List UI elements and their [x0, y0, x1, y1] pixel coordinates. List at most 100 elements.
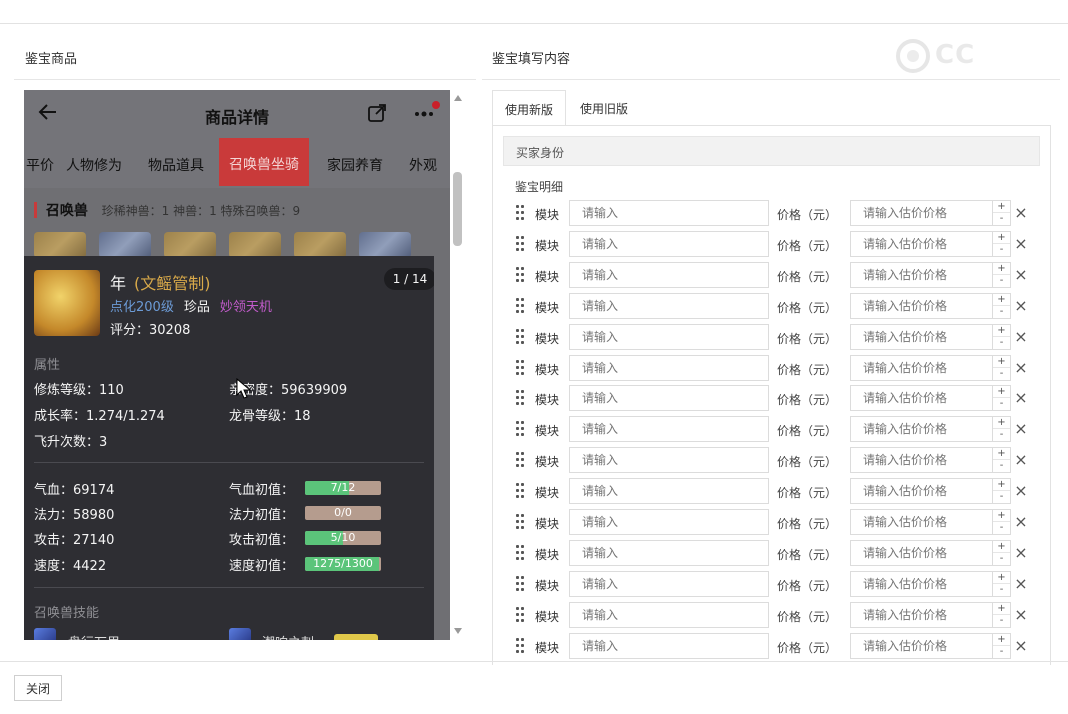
module-name-input[interactable] [569, 230, 769, 257]
increment-icon[interactable]: + [993, 634, 1010, 646]
price-input[interactable] [850, 385, 993, 412]
price-stepper[interactable]: + - [993, 385, 1011, 412]
delete-row-icon[interactable]: × [1014, 450, 1028, 470]
price-stepper[interactable]: + - [993, 509, 1011, 535]
delete-row-icon[interactable]: × [1014, 481, 1028, 501]
delete-row-icon[interactable]: × [1014, 543, 1028, 563]
drag-handle-icon[interactable] [516, 266, 526, 283]
price-stepper[interactable]: + - [993, 354, 1011, 381]
drag-handle-icon[interactable] [516, 328, 526, 345]
delete-row-icon[interactable]: × [1014, 388, 1028, 408]
decrement-icon[interactable]: - [993, 553, 1010, 565]
price-input[interactable] [850, 416, 993, 443]
increment-icon[interactable]: + [993, 572, 1010, 584]
tab-items[interactable]: 物品道具 [148, 155, 204, 175]
increment-icon[interactable]: + [993, 603, 1010, 615]
decrement-icon[interactable]: - [993, 522, 1010, 534]
delete-row-icon[interactable]: × [1014, 234, 1028, 254]
drag-handle-icon[interactable] [516, 205, 526, 221]
tab-summons-mounts[interactable]: 召唤兽坐骑 [219, 138, 309, 186]
price-input[interactable] [850, 230, 993, 257]
module-name-input[interactable] [569, 509, 769, 535]
delete-row-icon[interactable]: × [1014, 203, 1028, 223]
price-stepper[interactable]: + - [993, 570, 1011, 597]
decrement-icon[interactable]: - [993, 615, 1010, 627]
price-input[interactable] [850, 632, 993, 659]
drag-handle-icon[interactable] [516, 390, 526, 406]
tab-new-version[interactable]: 使用新版 [492, 90, 567, 126]
tab-old-version[interactable]: 使用旧版 [568, 90, 640, 126]
increment-icon[interactable]: + [993, 294, 1010, 306]
module-name-input[interactable] [569, 416, 769, 443]
increment-icon[interactable]: + [993, 479, 1010, 492]
price-stepper[interactable]: + - [993, 416, 1011, 443]
price-stepper[interactable]: + - [993, 292, 1011, 319]
price-input[interactable] [850, 570, 993, 597]
price-stepper[interactable]: + - [993, 539, 1011, 566]
drag-handle-icon[interactable] [516, 637, 526, 654]
decrement-icon[interactable]: - [993, 398, 1010, 410]
delete-row-icon[interactable]: × [1014, 574, 1028, 594]
delete-row-icon[interactable]: × [1014, 327, 1028, 347]
price-stepper[interactable]: + - [993, 261, 1011, 288]
price-input[interactable] [850, 323, 993, 350]
decrement-icon[interactable]: - [993, 368, 1010, 380]
increment-icon[interactable]: + [993, 201, 1010, 213]
increment-icon[interactable]: + [993, 325, 1010, 337]
tab-character[interactable]: 人物修为 [66, 155, 122, 175]
increment-icon[interactable]: + [993, 541, 1010, 553]
price-input[interactable] [850, 447, 993, 474]
delete-row-icon[interactable]: × [1014, 605, 1028, 625]
delete-row-icon[interactable]: × [1014, 419, 1028, 439]
delete-row-icon[interactable]: × [1014, 265, 1028, 285]
decrement-icon[interactable]: - [993, 337, 1010, 349]
share-icon[interactable] [366, 102, 388, 124]
module-name-input[interactable] [569, 447, 769, 474]
decrement-icon[interactable]: - [993, 244, 1010, 256]
delete-row-icon[interactable]: × [1014, 636, 1028, 656]
module-name-input[interactable] [569, 323, 769, 350]
buyer-identity-bar[interactable]: 买家身份 [503, 136, 1040, 166]
decrement-icon[interactable]: - [993, 275, 1010, 287]
price-input[interactable] [850, 601, 993, 628]
increment-icon[interactable]: + [993, 356, 1010, 368]
price-input[interactable] [850, 478, 993, 505]
price-input[interactable] [850, 509, 993, 535]
price-stepper[interactable]: + - [993, 200, 1011, 226]
close-button[interactable]: 关闭 [14, 675, 62, 701]
drag-handle-icon[interactable] [516, 575, 526, 592]
decrement-icon[interactable]: - [993, 491, 1010, 503]
tab-home[interactable]: 家园养育 [327, 155, 383, 175]
module-name-input[interactable] [569, 632, 769, 659]
decrement-icon[interactable]: - [993, 646, 1010, 658]
delete-row-icon[interactable]: × [1014, 358, 1028, 378]
increment-icon[interactable]: + [993, 263, 1010, 275]
module-name-input[interactable] [569, 261, 769, 288]
decrement-icon[interactable]: - [993, 460, 1010, 472]
tab-pricing[interactable]: 平价 [26, 155, 54, 175]
module-name-input[interactable] [569, 570, 769, 597]
drag-handle-icon[interactable] [516, 606, 526, 623]
module-name-input[interactable] [569, 292, 769, 319]
module-name-input[interactable] [569, 601, 769, 628]
drag-handle-icon[interactable] [516, 297, 526, 314]
drag-handle-icon[interactable] [516, 483, 526, 499]
module-name-input[interactable] [569, 200, 769, 226]
module-name-input[interactable] [569, 385, 769, 412]
price-stepper[interactable]: + - [993, 601, 1011, 628]
drag-handle-icon[interactable] [516, 452, 526, 468]
module-name-input[interactable] [569, 354, 769, 381]
drag-handle-icon[interactable] [516, 421, 526, 437]
drag-handle-icon[interactable] [516, 514, 526, 530]
price-input[interactable] [850, 261, 993, 288]
price-stepper[interactable]: + - [993, 478, 1011, 505]
increment-icon[interactable]: + [993, 417, 1010, 430]
price-stepper[interactable]: + - [993, 323, 1011, 350]
drag-handle-icon[interactable] [516, 359, 526, 376]
price-stepper[interactable]: + - [993, 447, 1011, 474]
decrement-icon[interactable]: - [993, 429, 1010, 441]
increment-icon[interactable]: + [993, 386, 1010, 399]
delete-row-icon[interactable]: × [1014, 512, 1028, 532]
scroll-up-arrow-icon[interactable] [454, 95, 462, 101]
price-input[interactable] [850, 292, 993, 319]
